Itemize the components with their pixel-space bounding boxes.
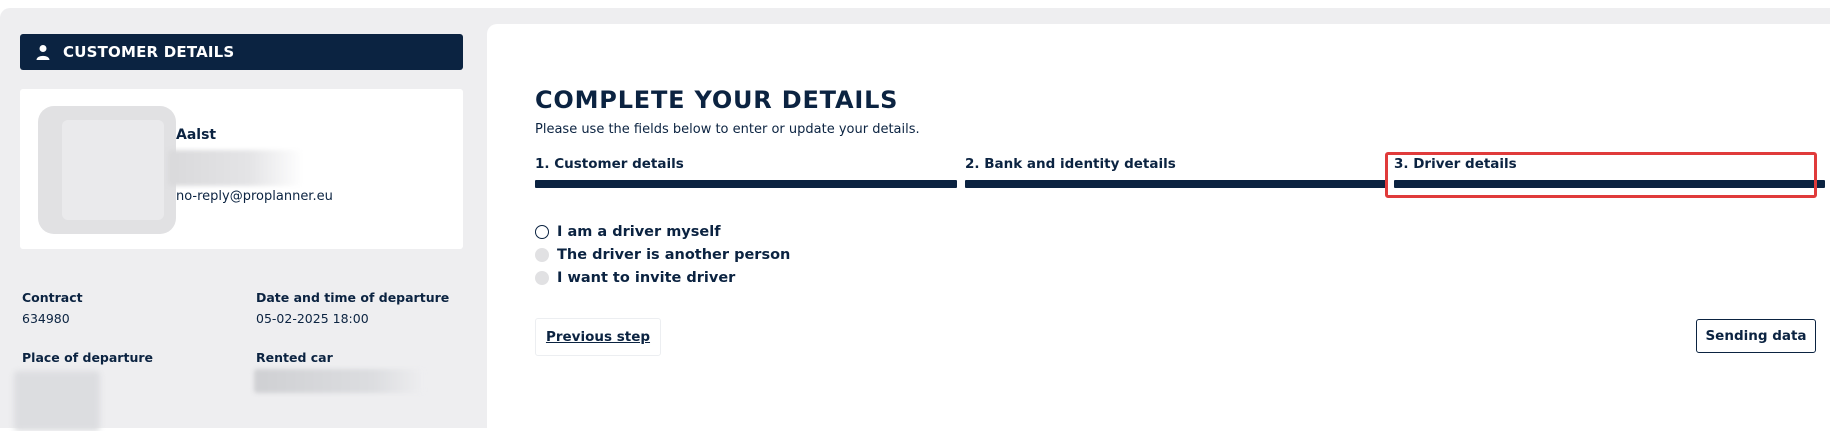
radio-button[interactable] <box>535 270 549 285</box>
customer-sidebar: CUSTOMER DETAILS Aalst no-reply@proplann… <box>0 8 487 431</box>
step-customer-details[interactable]: 1. Customer details <box>535 156 957 196</box>
departure-datetime-value: 05-02-2025 18:00 <box>256 311 369 326</box>
user-icon <box>36 45 50 60</box>
sending-data-button[interactable]: Sending data <box>1696 319 1816 353</box>
profile-email: no-reply@proplanner.eu <box>176 189 333 204</box>
customer-details-header: CUSTOMER DETAILS <box>20 34 463 70</box>
rented-car-label: Rented car <box>256 350 333 365</box>
option-label: The driver is another person <box>557 246 791 263</box>
customer-details-title: CUSTOMER DETAILS <box>63 43 235 61</box>
redacted-profile-field <box>168 150 303 186</box>
place-of-departure-label: Place of departure <box>22 350 153 365</box>
page-title: COMPLETE YOUR DETAILS <box>535 86 899 114</box>
step-label: 2. Bank and identity details <box>965 156 1176 172</box>
details-form-panel: COMPLETE YOUR DETAILS Please use the fie… <box>487 24 1830 428</box>
option-driver-another-person[interactable]: The driver is another person <box>535 243 790 266</box>
highlight-box-driver-details <box>1385 152 1817 198</box>
page-subtitle: Please use the fields below to enter or … <box>535 122 920 137</box>
option-invite-driver[interactable]: I want to invite driver <box>535 266 790 289</box>
avatar <box>38 106 176 234</box>
option-label: I am a driver myself <box>557 223 721 240</box>
driver-options: I am a driver myself The driver is anoth… <box>535 220 790 289</box>
option-label: I want to invite driver <box>557 269 736 286</box>
contract-value: 634980 <box>22 311 70 326</box>
step-progress-bar <box>535 180 957 188</box>
profile-name: Aalst <box>176 127 217 143</box>
radio-button[interactable] <box>535 224 549 239</box>
avatar-placeholder <box>62 120 164 220</box>
contract-label: Contract <box>22 290 83 305</box>
redacted-place-of-departure <box>14 371 100 431</box>
departure-datetime-label: Date and time of departure <box>256 290 450 305</box>
step-label: 1. Customer details <box>535 156 684 172</box>
previous-step-button[interactable]: Previous step <box>535 318 661 356</box>
option-driver-myself[interactable]: I am a driver myself <box>535 220 790 243</box>
step-bank-identity-details[interactable]: 2. Bank and identity details <box>965 156 1387 196</box>
radio-button[interactable] <box>535 247 549 262</box>
top-strip <box>0 0 1830 8</box>
step-progress-bar <box>965 180 1387 188</box>
redacted-rented-car <box>254 369 424 393</box>
